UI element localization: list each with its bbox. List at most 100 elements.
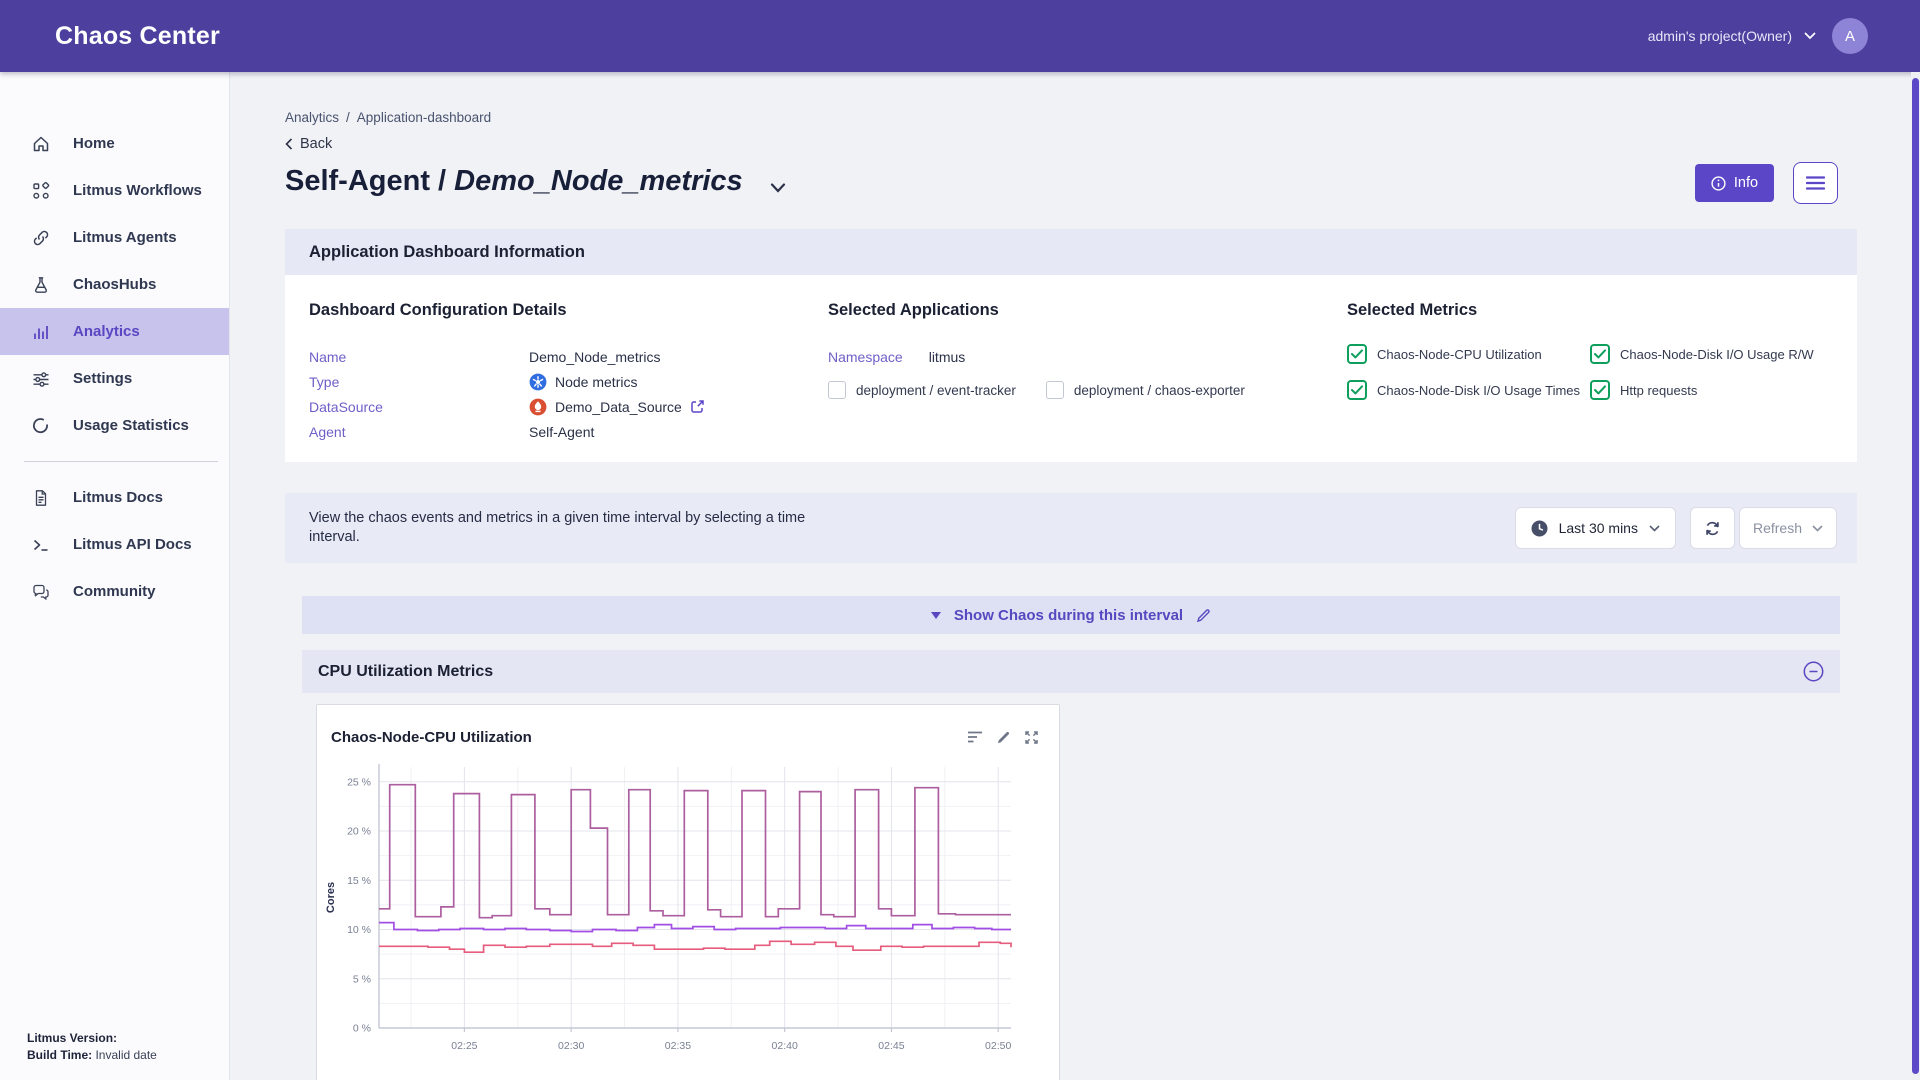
info-button[interactable]: Info	[1695, 164, 1774, 202]
dashboard-switcher-caret[interactable]	[770, 168, 786, 201]
chevron-down-icon	[1804, 32, 1816, 40]
svg-text:02:40: 02:40	[772, 1040, 798, 1052]
sidebar-item-label: Community	[73, 583, 156, 600]
svg-text:10 %: 10 %	[347, 924, 371, 936]
sidebar-item-litmus-docs[interactable]: Litmus Docs	[0, 474, 229, 521]
show-chaos-toggle[interactable]: Show Chaos during this interval	[302, 596, 1840, 634]
chart-edit-pencil-icon[interactable]	[996, 730, 1011, 745]
dashboard-menu-button[interactable]	[1793, 162, 1838, 204]
refresh-interval-dropdown[interactable]: Refresh	[1739, 507, 1837, 549]
cpu-utilization-section-header: CPU Utilization Metrics	[302, 650, 1840, 693]
svg-text:02:45: 02:45	[878, 1040, 904, 1052]
metric-checkbox-chaos-node-cpu-utilization[interactable]: Chaos-Node-CPU Utilization	[1347, 344, 1590, 364]
docs-icon	[31, 488, 51, 508]
svg-text:02:35: 02:35	[665, 1040, 691, 1052]
metric-checkbox-chaos-node-disk-i-o-usage-times[interactable]: Chaos-Node-Disk I/O Usage Times	[1347, 380, 1590, 400]
time-range-selector[interactable]: Last 30 mins	[1515, 507, 1676, 549]
kubernetes-icon	[529, 373, 547, 391]
sidebar-item-litmus-workflows[interactable]: Litmus Workflows	[0, 167, 229, 214]
selected-applications: Selected Applications Namespace litmus d…	[828, 301, 1347, 444]
litmus-version-label: Litmus Version:	[27, 1031, 117, 1045]
refresh-now-button[interactable]	[1690, 507, 1735, 549]
build-time-label: Build Time:	[27, 1048, 92, 1062]
checkbox-label: Chaos-Node-CPU Utilization	[1377, 347, 1542, 362]
chart-expand-icon[interactable]	[1024, 730, 1039, 745]
namespace-value: litmus	[929, 349, 966, 365]
metric-checkbox-chaos-node-disk-i-o-usage-r-w[interactable]: Chaos-Node-Disk I/O Usage R/W	[1590, 344, 1833, 364]
breadcrumb: Analytics / Application-dashboard	[285, 110, 1857, 125]
build-time-value: Invalid date	[95, 1048, 156, 1062]
sidebar-item-label: Litmus API Docs	[73, 536, 192, 553]
checkbox-checked[interactable]	[1347, 380, 1367, 400]
back-button[interactable]: Back	[285, 136, 355, 152]
sidebar-item-chaoshubs[interactable]: ChaosHubs	[0, 261, 229, 308]
chart-title: Chaos-Node-CPU Utilization	[331, 729, 532, 746]
svg-text:0 %: 0 %	[353, 1023, 371, 1035]
app-checkbox-deployment-chaos-exporter[interactable]: deployment / chaos-exporter	[1046, 381, 1245, 399]
interval-description: View the chaos events and metrics in a g…	[309, 509, 805, 547]
svg-text:02:30: 02:30	[558, 1040, 584, 1052]
external-link-icon[interactable]	[690, 399, 705, 414]
dashboard-configuration-details: Dashboard Configuration Details Name Dem…	[309, 301, 828, 444]
app-checkbox-deployment-event-tracker[interactable]: deployment / event-tracker	[828, 381, 1016, 399]
home-icon	[31, 134, 51, 154]
sidebar-item-analytics[interactable]: Analytics	[0, 308, 229, 355]
edit-pencil-icon[interactable]	[1196, 608, 1211, 623]
info-icon	[1711, 176, 1726, 191]
checkbox-checked[interactable]	[1590, 380, 1610, 400]
checkbox-label: Http requests	[1620, 383, 1697, 398]
app-title: Chaos Center	[55, 22, 220, 51]
triangle-down-icon	[931, 612, 941, 619]
agents-icon	[31, 228, 51, 248]
api-docs-icon	[31, 535, 51, 555]
sidebar-item-litmus-agents[interactable]: Litmus Agents	[0, 214, 229, 261]
checkbox-label: deployment / chaos-exporter	[1074, 383, 1245, 398]
sidebar-item-settings[interactable]: Settings	[0, 355, 229, 402]
config-row-datasource: DataSource Demo_Data_Source	[309, 394, 828, 419]
vertical-scrollbar	[1911, 72, 1920, 1080]
chart-line-series-2	[379, 923, 1011, 932]
sidebar-item-label: Litmus Docs	[73, 489, 163, 506]
workflows-icon	[31, 181, 51, 201]
settings-icon	[31, 369, 51, 389]
usage-statistics-icon	[31, 416, 51, 436]
selected-metrics: Selected Metrics Chaos-Node-CPU Utilizat…	[1347, 301, 1833, 444]
sidebar-item-litmus-api-docs[interactable]: Litmus API Docs	[0, 521, 229, 568]
config-row-name: Name Demo_Node_metrics	[309, 344, 828, 369]
project-selector[interactable]: admin's project(Owner)	[1648, 28, 1816, 44]
dashboard-info-panel: Application Dashboard Information Dashbo…	[285, 229, 1857, 462]
hamburger-icon	[1806, 176, 1825, 190]
chart-line-series-1	[379, 785, 1011, 918]
cpu-utilization-chart-card: Chaos-Node-CPU Utilization 0 % 5 % 10 % 15 …	[316, 704, 1060, 1080]
chart-options-icon[interactable]	[967, 730, 983, 745]
version-info: Litmus Version: Build Time: Invalid date	[27, 1030, 157, 1064]
metric-checkbox-http-requests[interactable]: Http requests	[1590, 380, 1833, 400]
sidebar-item-community[interactable]: Community	[0, 568, 229, 615]
dashboard-name: Demo_Node_metrics	[454, 165, 743, 198]
sidebar-item-label: Litmus Agents	[73, 229, 177, 246]
time-interval-bar: View the chaos events and metrics in a g…	[285, 493, 1857, 563]
scrollbar-thumb[interactable]	[1912, 78, 1919, 1074]
svg-text:15 %: 15 %	[347, 875, 371, 887]
config-row-type: Type Node metrics	[309, 369, 828, 394]
svg-text:5 %: 5 %	[353, 973, 371, 985]
collapse-section-icon[interactable]	[1803, 661, 1824, 682]
sidebar-divider	[24, 461, 218, 462]
checkbox-checked[interactable]	[1590, 344, 1610, 364]
checkbox-unchecked[interactable]	[1046, 381, 1064, 399]
breadcrumb-analytics[interactable]: Analytics	[285, 110, 339, 125]
config-row-agent: Agent Self-Agent	[309, 419, 828, 444]
page-title: Self-Agent / Demo_Node_metrics	[285, 162, 786, 201]
sidebar-item-usage-statistics[interactable]: Usage Statistics	[0, 402, 229, 449]
sidebar-item-label: Settings	[73, 370, 132, 387]
project-name: admin's project(Owner)	[1648, 28, 1792, 44]
chaoshubs-icon	[31, 275, 51, 295]
checkbox-unchecked[interactable]	[828, 381, 846, 399]
checkbox-label: Chaos-Node-Disk I/O Usage R/W	[1620, 347, 1814, 362]
avatar[interactable]: A	[1832, 18, 1868, 54]
sidebar-item-label: Home	[73, 135, 115, 152]
breadcrumb-application-dashboard: Application-dashboard	[357, 110, 491, 125]
sidebar-item-home[interactable]: Home	[0, 120, 229, 167]
clock-icon	[1531, 520, 1548, 537]
checkbox-checked[interactable]	[1347, 344, 1367, 364]
